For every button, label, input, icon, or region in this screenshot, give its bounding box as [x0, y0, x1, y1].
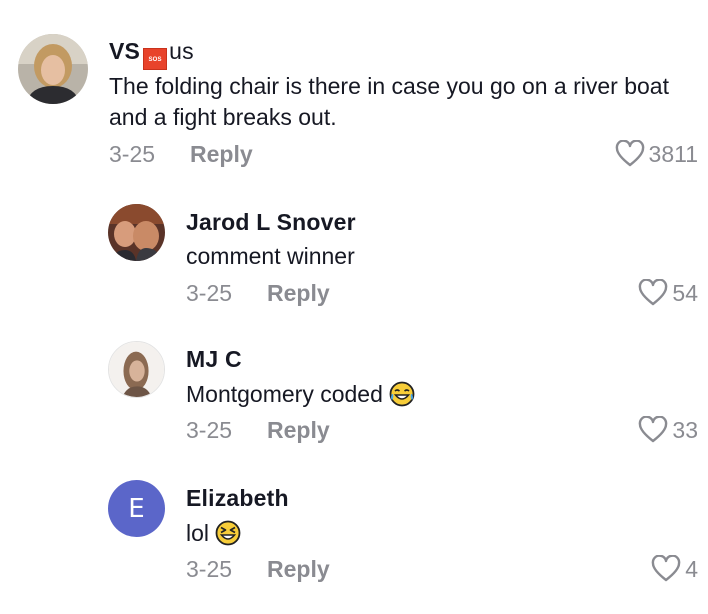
comment-username[interactable]: VS SOS us	[109, 38, 194, 70]
avatar[interactable]	[18, 34, 88, 104]
comment-date: 3-25	[186, 417, 233, 443]
comment-text: lol	[186, 518, 241, 549]
avatar[interactable]: E	[108, 480, 165, 537]
face-with-tears-of-joy-emoji	[389, 381, 415, 407]
like-count: 4	[685, 555, 698, 582]
avatar[interactable]	[108, 204, 165, 261]
comment-date: 3-25	[186, 280, 233, 306]
avatar[interactable]	[108, 341, 165, 398]
like-count: 3811	[648, 140, 698, 167]
comment-date: 3-25	[109, 141, 156, 167]
comment-username[interactable]: MJ C	[186, 346, 242, 373]
heart-outline-icon	[615, 140, 645, 168]
reply-button[interactable]: Reply	[267, 280, 330, 307]
reply-button[interactable]: Reply	[267, 556, 330, 583]
username-text: VS	[109, 38, 141, 64]
like-count: 54	[672, 279, 698, 306]
reply-button[interactable]: Reply	[190, 141, 253, 168]
heart-outline-icon	[638, 279, 668, 307]
like-button[interactable]: 54	[638, 279, 698, 307]
comment-date: 3-25	[186, 556, 233, 582]
sos-badge: SOS	[143, 48, 168, 70]
comment-text: comment winner	[186, 243, 355, 269]
comment-username[interactable]: Elizabeth	[186, 485, 289, 512]
like-count: 33	[672, 416, 698, 443]
username-suffix: us	[169, 38, 194, 64]
like-button[interactable]: 4	[651, 555, 698, 583]
comment-username[interactable]: Jarod L Snover	[186, 209, 356, 236]
like-button[interactable]: 3811	[615, 140, 698, 168]
like-button[interactable]: 33	[638, 416, 698, 444]
reply-button[interactable]: Reply	[267, 417, 330, 444]
heart-outline-icon	[651, 555, 681, 583]
grinning-squinting-face-emoji	[215, 520, 241, 546]
heart-outline-icon	[638, 416, 668, 444]
comment-text: The folding chair is there in case you g…	[109, 73, 669, 130]
comment-text: Montgomery coded	[186, 379, 415, 410]
comment-text-content: Montgomery coded	[186, 381, 383, 407]
comment-text-content: lol	[186, 520, 210, 546]
